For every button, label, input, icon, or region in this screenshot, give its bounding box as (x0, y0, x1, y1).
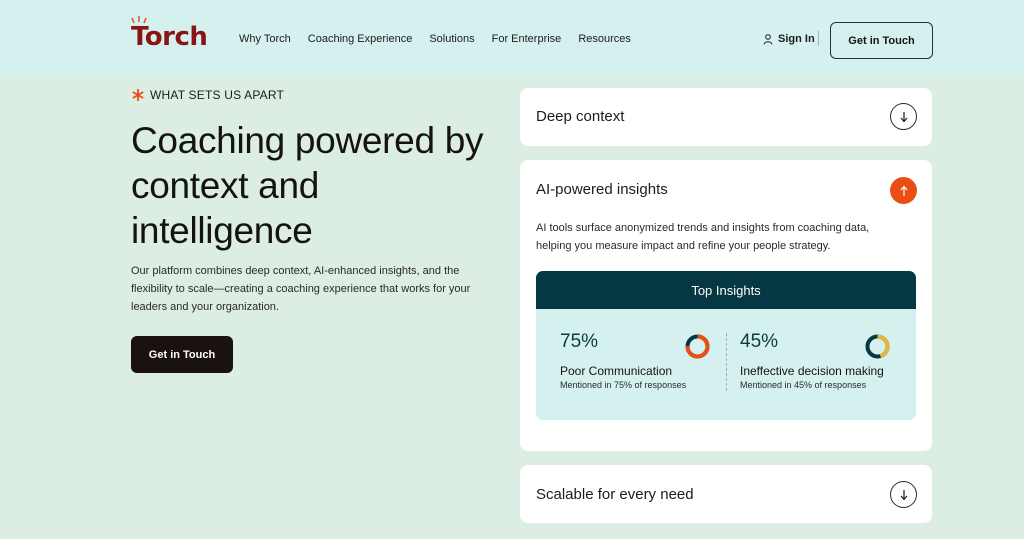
header-get-in-touch-button[interactable]: Get in Touch (830, 22, 933, 59)
eyebrow-label: WHAT SETS US APART (150, 88, 285, 102)
section-eyebrow: WHAT SETS US APART (131, 88, 284, 102)
accordion-item-ai-insights[interactable]: AI-powered insights AI tools surface ano… (520, 160, 932, 451)
stat-subtext: Mentioned in 75% of responses (560, 380, 687, 390)
top-insights-panel: Top Insights 75% Poor Communication Ment… (536, 271, 916, 420)
accordion-title: Scalable for every need (536, 486, 694, 503)
nav-for-enterprise[interactable]: For Enterprise (492, 33, 562, 45)
accordion-item-deep-context[interactable]: Deep context (520, 88, 932, 146)
collapse-button[interactable] (890, 177, 917, 204)
main-nav: Why Torch Coaching Experience Solutions … (239, 33, 648, 45)
arrow-down-icon (900, 489, 907, 500)
stat-divider (726, 333, 727, 391)
spark-icon (132, 89, 144, 101)
site-header: Torch Why Torch Coaching Experience Solu… (0, 0, 1024, 76)
stat-value: 45% (740, 331, 779, 352)
accordion-title: Deep context (536, 108, 625, 125)
hero-description: Our platform combines deep context, AI-e… (131, 265, 471, 313)
user-icon (763, 33, 773, 45)
sign-in-link[interactable]: Sign In (763, 33, 815, 45)
arrow-up-icon (900, 185, 907, 196)
nav-why-torch[interactable]: Why Torch (239, 33, 291, 45)
hero-get-in-touch-button[interactable]: Get in Touch (131, 336, 233, 373)
nav-resources[interactable]: Resources (578, 33, 631, 45)
stat-subtext: Mentioned in 45% of responses (740, 380, 867, 390)
accordion-description: AI tools surface anonymized trends and i… (536, 222, 870, 252)
insight-stat-1: 75% Poor Communication Mentioned in 75% … (560, 331, 686, 390)
donut-chart-poor-communication (685, 334, 710, 359)
stat-label: Poor Communication (560, 364, 673, 378)
expand-button[interactable] (890, 103, 917, 130)
expand-button[interactable] (890, 481, 917, 508)
torch-logo[interactable]: Torch (131, 22, 208, 52)
insights-heading: Top Insights (536, 271, 916, 309)
accordion-title: AI-powered insights (536, 181, 668, 198)
insight-stat-2: 45% Ineffective decision making Mentione… (740, 331, 884, 390)
donut-chart-ineffective-decision (865, 334, 890, 359)
hero-title: Coaching powered by context and intellig… (131, 120, 484, 251)
stat-label: Ineffective decision making (740, 364, 884, 378)
sign-in-label: Sign In (778, 33, 815, 45)
header-divider (818, 31, 819, 46)
accordion-item-scalable[interactable]: Scalable for every need (520, 465, 932, 523)
arrow-down-icon (900, 111, 907, 122)
stat-value: 75% (560, 331, 599, 352)
nav-coaching-experience[interactable]: Coaching Experience (308, 33, 413, 45)
nav-solutions[interactable]: Solutions (429, 33, 474, 45)
